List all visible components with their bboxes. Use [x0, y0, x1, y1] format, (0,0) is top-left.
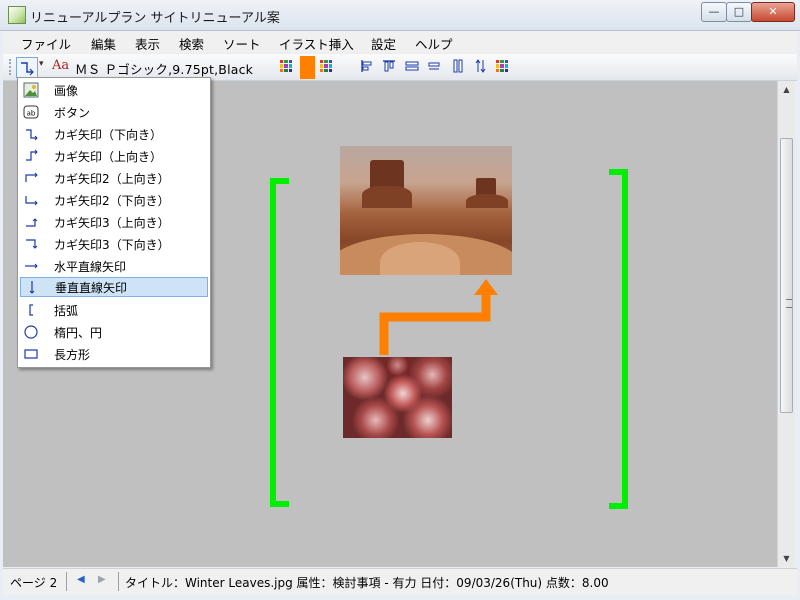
scroll-up-arrow-icon[interactable]: ▲: [778, 81, 795, 98]
elbow-arrow2-up-icon: [25, 172, 38, 182]
menu-insert-illustration[interactable]: イラスト挿入: [279, 34, 354, 53]
dropdown-item-elbow3-up[interactable]: カギ矢印3（上向き）: [20, 212, 208, 232]
elbow-arrow3-up-icon: [26, 218, 38, 227]
font-style-icon[interactable]: Aa: [52, 58, 70, 76]
align-top-icon[interactable]: [382, 59, 396, 73]
dropdown-item-button[interactable]: ab ボタン: [20, 102, 208, 122]
minimize-button[interactable]: —: [701, 2, 727, 22]
same-height-icon[interactable]: [451, 59, 465, 73]
dropdown-item-label: 楕円、円: [54, 326, 103, 340]
vertical-scrollbar[interactable]: ▲ ▼: [777, 81, 795, 567]
menu-bar: ファイル 編集 表示 検索 ソート イラスト挿入 設定 ヘルプ: [3, 31, 797, 53]
foreground-rock-highlight: [380, 242, 460, 275]
elbow-arrow2-down-icon: [25, 196, 38, 206]
menu-file[interactable]: ファイル: [21, 34, 71, 53]
left-bracket-shape[interactable]: [270, 178, 289, 507]
dropdown-item-label: カギ矢印3（下向き）: [54, 238, 170, 252]
dropdown-item-label: カギ矢印2（下向き）: [54, 194, 170, 208]
status-separator: [118, 572, 119, 591]
align-left-icon[interactable]: [360, 59, 374, 73]
desert-photo[interactable]: [340, 146, 512, 275]
rectangle-icon: [24, 349, 38, 359]
shape-dropdown-menu: 画像 ab ボタン カギ矢印（下向き） カギ矢印（上向き） カギ矢印2（上向き）…: [17, 77, 211, 368]
dropdown-item-elbow-up[interactable]: カギ矢印（上向き）: [20, 146, 208, 166]
same-width-icon[interactable]: [405, 59, 419, 73]
close-button[interactable]: ✕: [751, 2, 795, 22]
dropdown-item-label: カギ矢印（上向き）: [54, 150, 163, 164]
dropdown-item-elbow2-up[interactable]: カギ矢印2（上向き）: [20, 168, 208, 188]
dropdown-item-elbow2-down[interactable]: カギ矢印2（下向き）: [20, 190, 208, 210]
dropdown-item-label: 画像: [54, 84, 79, 98]
toolbar-grip[interactable]: [9, 59, 14, 75]
window-title: リニューアルプラン サイトリニューアル案: [30, 11, 280, 26]
status-bar: ページ 2 ◀ ▶ タイトル：Winter Leaves.jpg 属性：検討事項…: [3, 568, 797, 595]
dropdown-item-image[interactable]: 画像: [20, 80, 208, 100]
dropdown-item-bracket[interactable]: 括弧: [20, 300, 208, 320]
scroll-down-arrow-icon[interactable]: ▼: [778, 550, 795, 567]
elbow-arrow3-down-icon: [26, 239, 38, 249]
dropdown-item-rectangle[interactable]: 長方形: [20, 344, 208, 364]
dropdown-item-label: 長方形: [54, 348, 91, 362]
text-color-palette-icon[interactable]: [280, 60, 292, 72]
dropdown-item-vertical-arrow[interactable]: 垂直直線矢印: [20, 277, 208, 297]
line-color-palette-icon[interactable]: [496, 60, 508, 72]
bracket-icon: [29, 304, 33, 316]
status-separator: [66, 572, 67, 591]
vertical-space-icon[interactable]: [474, 59, 488, 73]
dropdown-item-horizontal-arrow[interactable]: 水平直線矢印: [20, 256, 208, 276]
shape-insert-button[interactable]: [16, 57, 38, 78]
orange-elbow-arrow-shape[interactable]: [370, 275, 500, 355]
page-indicator: ページ 2: [10, 576, 58, 590]
horizontal-arrow-icon: [25, 263, 38, 269]
dropdown-item-label: 水平直線矢印: [54, 260, 127, 274]
dropdown-item-elbow-down[interactable]: カギ矢印（下向き）: [20, 124, 208, 144]
menu-view[interactable]: 表示: [135, 34, 160, 53]
maximize-button[interactable]: □: [726, 2, 752, 22]
scrollbar-grip-icon: [786, 299, 792, 308]
vertical-arrow-icon: [29, 281, 35, 294]
next-page-icon[interactable]: ▶: [98, 574, 106, 585]
menu-help[interactable]: ヘルプ: [415, 34, 453, 53]
dropdown-item-ellipse[interactable]: 楕円、円: [20, 322, 208, 342]
elbow-arrow-down-icon: [21, 62, 34, 76]
app-icon: [8, 6, 26, 24]
scrollbar-thumb[interactable]: [780, 138, 793, 413]
winter-leaves-photo[interactable]: [343, 357, 452, 438]
font-name-label[interactable]: ＭＳ Ｐゴシック,9.75pt,Black: [75, 59, 253, 78]
menu-sort[interactable]: ソート: [223, 34, 261, 53]
dropdown-item-label: 垂直直線矢印: [55, 281, 128, 295]
butte-base-shape: [362, 186, 412, 208]
image-icon: [23, 82, 39, 98]
horizontal-space-icon[interactable]: [427, 59, 441, 73]
shape-dropdown-arrow[interactable]: ▾: [39, 59, 44, 69]
title-bar[interactable]: リニューアルプラン サイトリニューアル案 — □ ✕: [0, 0, 800, 31]
dropdown-item-label: カギ矢印3（上向き）: [54, 216, 170, 230]
right-bracket-shape[interactable]: [609, 169, 628, 509]
elbow-arrow-up-icon: [26, 149, 38, 161]
ellipse-icon: [24, 325, 38, 339]
menu-search[interactable]: 検索: [179, 34, 204, 53]
prev-page-icon[interactable]: ◀: [77, 574, 85, 585]
button-icon: ab: [23, 105, 39, 119]
menu-edit[interactable]: 編集: [91, 34, 116, 53]
image-info-text: タイトル：Winter Leaves.jpg 属性：検討事項 - 有力 日付：0…: [125, 576, 609, 590]
elbow-arrow-down-icon: [26, 129, 38, 141]
dropdown-item-label: カギ矢印（下向き）: [54, 128, 163, 142]
application-window: リニューアルプラン サイトリニューアル案 — □ ✕ ファイル 編集 表示 検索…: [0, 0, 800, 600]
butte-base-shape-far: [466, 194, 508, 208]
menu-settings[interactable]: 設定: [371, 34, 396, 53]
dropdown-item-label: ボタン: [54, 106, 91, 120]
fill-color-palette-icon[interactable]: [320, 60, 332, 72]
dropdown-item-label: カギ矢印2（上向き）: [54, 172, 170, 186]
svg-text:ab: ab: [27, 110, 36, 118]
dropdown-item-label: 括弧: [54, 304, 79, 318]
dropdown-item-elbow3-down[interactable]: カギ矢印3（下向き）: [20, 234, 208, 254]
fill-color-swatch[interactable]: [300, 56, 315, 79]
